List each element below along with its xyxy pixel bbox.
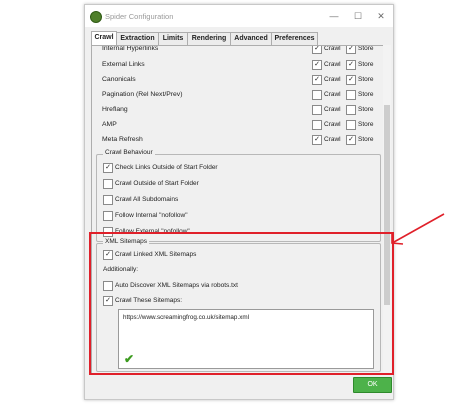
resource-label: External Links <box>102 61 145 68</box>
ok-button[interactable]: OK <box>353 377 392 393</box>
tab-crawl[interactable]: Crawl <box>91 31 117 46</box>
maximize-button[interactable]: ☐ <box>350 9 366 23</box>
store-label: Store <box>358 61 374 68</box>
crawl-outside-checkbox[interactable] <box>103 179 113 189</box>
crawl-behaviour-title: Crawl Behaviour <box>103 149 155 156</box>
resource-row: Pagination (Rel Next/Prev) <box>102 89 182 101</box>
store-label: Store <box>358 106 374 113</box>
store-label: Store <box>358 76 374 83</box>
crawl-checkbox[interactable]: ✓ <box>312 46 322 54</box>
crawl-checkbox[interactable]: ✓ <box>312 75 322 85</box>
resource-row: Hreflang <box>102 104 128 116</box>
tab-advanced[interactable]: Advanced <box>230 32 272 45</box>
resource-row: Internal Hyperlinks <box>102 45 159 55</box>
resource-row: External Links <box>102 59 145 71</box>
crawl-outside-label: Crawl Outside of Start Folder <box>115 180 199 187</box>
store-checkbox[interactable] <box>346 120 356 130</box>
store-checkbox[interactable]: ✓ <box>346 60 356 70</box>
crawl-checkbox[interactable]: ✓ <box>312 60 322 70</box>
resource-row: Canonicals <box>102 74 136 86</box>
crawl-checkbox[interactable] <box>312 90 322 100</box>
crawl-checkbox[interactable] <box>312 120 322 130</box>
crawl-label: Crawl <box>324 76 341 83</box>
store-label: Store <box>358 121 374 128</box>
store-label: Store <box>358 91 374 98</box>
follow-internal-nofollow-checkbox[interactable] <box>103 211 113 221</box>
store-label: Store <box>358 45 374 52</box>
tab-limits[interactable]: Limits <box>158 32 188 45</box>
xml-sitemaps-highlight-box <box>89 232 394 375</box>
crawl-label: Crawl <box>324 121 341 128</box>
store-label: Store <box>358 136 374 143</box>
follow-internal-nofollow-label: Follow Internal "nofollow" <box>115 212 188 219</box>
crawl-label: Crawl <box>324 61 341 68</box>
check-links-outside-checkbox[interactable]: ✓ <box>103 163 113 173</box>
minimize-button[interactable]: — <box>326 9 342 23</box>
resource-label: Hreflang <box>102 106 128 113</box>
title-bar: Spider Configuration — ☐ ✕ <box>85 5 393 27</box>
crawl-label: Crawl <box>324 45 341 52</box>
store-checkbox[interactable]: ✓ <box>346 46 356 54</box>
resource-row: Meta Refresh <box>102 134 143 146</box>
resource-label: Internal Hyperlinks <box>102 45 159 52</box>
tab-preferences[interactable]: Preferences <box>271 32 318 45</box>
crawl-checkbox[interactable]: ✓ <box>312 135 322 145</box>
spider-frog-icon <box>90 11 102 23</box>
window-title: Spider Configuration <box>105 12 174 21</box>
resource-label: Meta Refresh <box>102 136 143 143</box>
crawl-label: Crawl <box>324 136 341 143</box>
red-arrow-icon <box>391 213 445 245</box>
resource-row: AMP <box>102 119 117 131</box>
store-checkbox[interactable]: ✓ <box>346 75 356 85</box>
resource-label: AMP <box>102 121 117 128</box>
tab-rendering[interactable]: Rendering <box>187 32 231 45</box>
store-checkbox[interactable]: ✓ <box>346 135 356 145</box>
crawl-checkbox[interactable] <box>312 105 322 115</box>
close-button[interactable]: ✕ <box>373 9 389 23</box>
tab-extraction[interactable]: Extraction <box>116 32 159 45</box>
crawl-label: Crawl <box>324 91 341 98</box>
crawl-label: Crawl <box>324 106 341 113</box>
crawl-all-subdomains-checkbox[interactable] <box>103 195 113 205</box>
resource-label: Pagination (Rel Next/Prev) <box>102 91 183 98</box>
check-links-outside-label: Check Links Outside of Start Folder <box>115 164 218 171</box>
store-checkbox[interactable] <box>346 90 356 100</box>
crawl-behaviour-group: Crawl Behaviour ✓ Check Links Outside of… <box>96 149 381 242</box>
store-checkbox[interactable] <box>346 105 356 115</box>
resource-label: Canonicals <box>102 76 136 83</box>
crawl-all-subdomains-label: Crawl All Subdomains <box>115 196 179 203</box>
